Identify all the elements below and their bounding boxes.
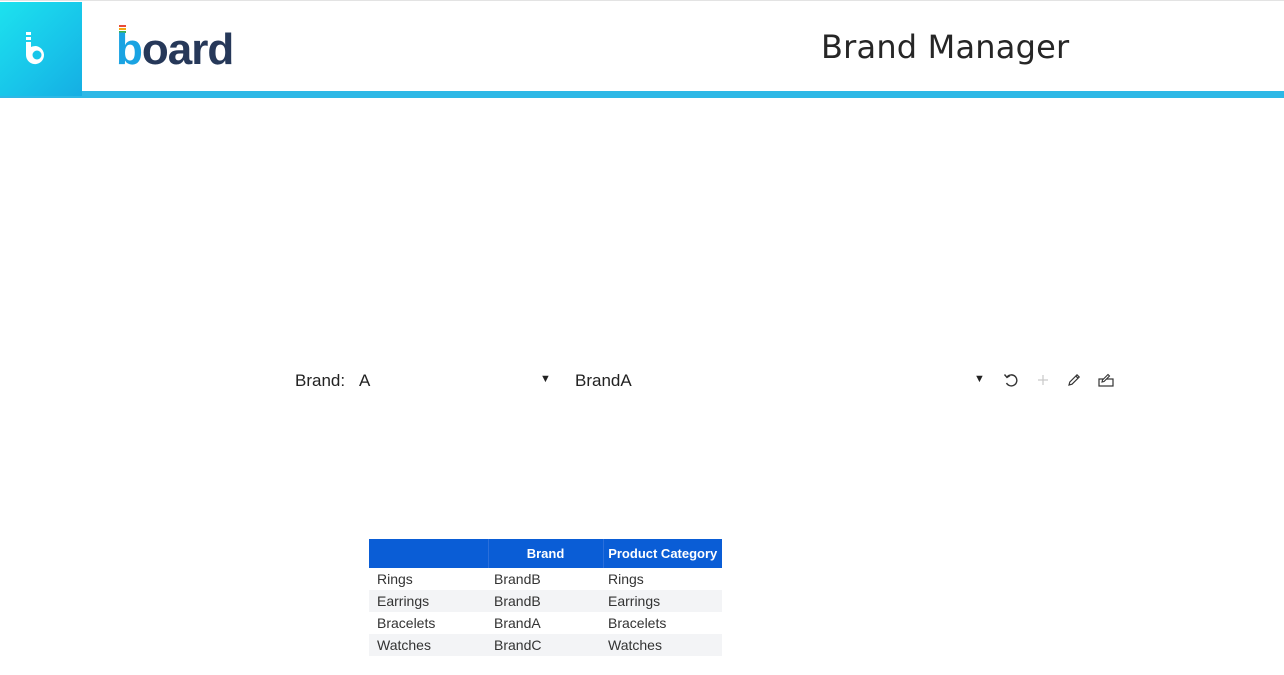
category-cell: Earrings — [603, 590, 722, 612]
chevron-down-icon: ▼ — [540, 373, 551, 385]
brand-name-value: BrandA — [575, 371, 632, 390]
bulk-edit-button[interactable] — [1097, 371, 1115, 389]
board-b-icon — [25, 32, 44, 65]
table-row: Watches BrandC Watches — [369, 634, 722, 656]
undo-button[interactable] — [1002, 371, 1020, 389]
row-label: Earrings — [369, 590, 488, 612]
edit-button[interactable] — [1065, 371, 1083, 389]
row-label: Watches — [369, 634, 488, 656]
brand-filter-label: Brand: — [295, 371, 346, 390]
column-header-brand[interactable]: Brand — [488, 539, 604, 568]
bulk-edit-icon — [1098, 373, 1114, 387]
page-title: Brand Manager — [821, 28, 1070, 66]
brand-cell[interactable]: BrandB — [488, 590, 603, 612]
table-row: Earrings BrandB Earrings — [369, 590, 722, 612]
undo-icon — [1003, 374, 1018, 387]
logo-text: board — [116, 25, 234, 74]
header-accent-bar — [0, 91, 1284, 98]
chevron-down-icon: ▼ — [974, 373, 985, 385]
category-cell: Rings — [608, 571, 644, 587]
home-button[interactable] — [0, 2, 82, 96]
category-cell: Bracelets — [608, 615, 667, 631]
row-label: Rings — [377, 571, 413, 587]
grid-header-row: Brand Product Category — [369, 539, 722, 568]
brand-cell[interactable]: BrandB — [488, 568, 603, 590]
brand-name-select[interactable]: BrandA ▼ — [575, 371, 989, 393]
category-cell: Watches — [603, 634, 722, 656]
column-header-row-label[interactable] — [369, 539, 489, 568]
brand-code-select[interactable]: A ▼ — [359, 371, 555, 393]
row-label: Bracelets — [377, 615, 436, 631]
brand-cell[interactable]: BrandC — [488, 634, 603, 656]
brand-code-value: A — [359, 371, 371, 390]
add-button[interactable] — [1034, 371, 1052, 389]
data-grid: Brand Product Category Rings BrandB Ring… — [369, 539, 722, 656]
brand-cell[interactable]: BrandA — [488, 612, 603, 634]
table-row: Bracelets BrandA Bracelets — [369, 612, 722, 634]
edit-icon — [1068, 373, 1081, 386]
table-row: Rings BrandB Rings — [369, 568, 722, 590]
add-icon — [1038, 375, 1048, 385]
column-header-product-category[interactable]: Product Category — [603, 539, 722, 568]
